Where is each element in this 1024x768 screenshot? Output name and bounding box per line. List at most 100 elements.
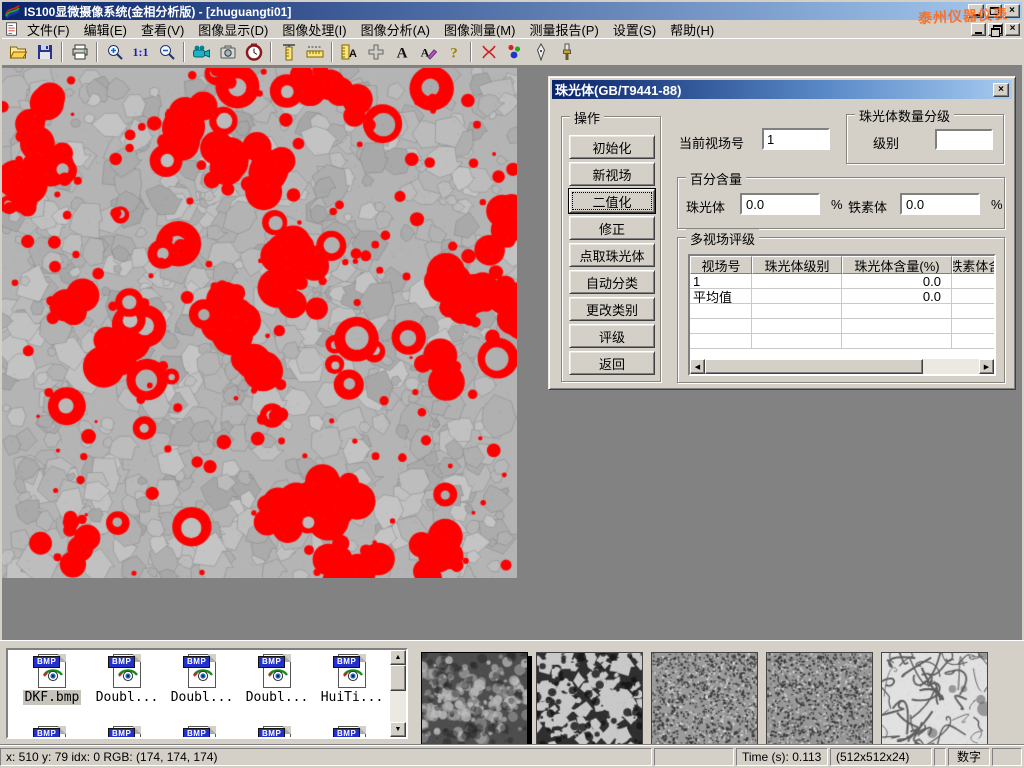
table-row[interactable]: 1 0.0 (690, 274, 994, 289)
close-button[interactable]: × (1004, 4, 1020, 18)
col-pearlite-content[interactable]: 珠光体含量(%) (842, 256, 952, 274)
grading-table[interactable]: 视场号 珠光体级别 珠光体含量(%) 铁素体含量(%) 1 0.0 平均值 0.… (688, 254, 996, 376)
col-ferrite-content[interactable]: 铁素体含量(%) (952, 256, 996, 274)
scroll-down-icon: ▼ (395, 726, 402, 733)
edit-text-button[interactable]: A (415, 40, 440, 64)
auto-classify-button[interactable]: 自动分类 (569, 270, 655, 294)
grade-input[interactable] (935, 129, 993, 150)
dialog-close-button[interactable]: × (993, 83, 1009, 97)
eye-icon (267, 667, 289, 683)
scroll-down-button[interactable]: ▼ (390, 722, 406, 737)
binarize-button[interactable]: 二值化 (569, 189, 655, 213)
menu-settings[interactable]: 设置(S) (606, 19, 663, 40)
micrograph-canvas[interactable] (2, 68, 517, 578)
file-item[interactable]: BMP Doubl... (91, 654, 163, 705)
edit-text-icon: A (419, 43, 437, 61)
menu-file[interactable]: 文件(F) (20, 19, 77, 40)
correct-button[interactable]: 修正 (569, 216, 655, 240)
file-item[interactable]: BMP DKF.bmp (16, 654, 88, 705)
grade-button[interactable]: 评级 (569, 324, 655, 348)
measure-annotate-button[interactable]: A (337, 40, 362, 64)
current-field-label: 当前视场号 (679, 133, 744, 152)
file-item[interactable]: BMP Doubl... (241, 654, 313, 705)
mdi-restore-button[interactable] (988, 23, 1003, 36)
open-button[interactable] (6, 40, 31, 64)
thumbnail-2[interactable] (536, 652, 643, 748)
scroll-right-icon: ▶ (984, 363, 989, 371)
mdi-close-button[interactable]: × (1005, 23, 1020, 36)
app-icon (4, 3, 20, 19)
text-tool-button[interactable]: A (389, 40, 414, 64)
file-item-partial[interactable]: BMP (316, 726, 388, 739)
cell-grade (752, 289, 842, 304)
file-item-partial[interactable]: BMP (166, 726, 238, 739)
file-item[interactable]: BMP Doubl... (166, 654, 238, 705)
table-horizontal-scrollbar[interactable]: ◀ ▶ (690, 359, 994, 374)
scrollbar-thumb[interactable] (705, 359, 923, 374)
menu-image-measure[interactable]: 图像测量(M) (437, 19, 523, 40)
thumbnail-1[interactable] (421, 652, 528, 748)
menu-image-display[interactable]: 图像显示(D) (191, 19, 275, 40)
ferrite-percent-input[interactable]: 0.0 (900, 193, 980, 215)
scroll-left-button[interactable]: ◀ (690, 359, 705, 374)
file-item-partial[interactable]: BMP (241, 726, 313, 739)
scroll-up-button[interactable]: ▲ (390, 650, 406, 665)
maximize-button[interactable] (986, 4, 1002, 18)
timer-button[interactable] (241, 40, 266, 64)
current-field-input[interactable]: 1 (762, 128, 830, 150)
menu-image-process[interactable]: 图像处理(I) (275, 19, 353, 40)
curve-tool-button[interactable] (476, 40, 501, 64)
minimize-button[interactable] (968, 4, 984, 18)
file-item-partial[interactable]: BMP (91, 726, 163, 739)
ferrite-unit: % (991, 197, 1003, 212)
mdi-minimize-button[interactable] (971, 23, 986, 36)
file-item-partial[interactable]: BMP (16, 726, 88, 739)
ruler-button[interactable] (302, 40, 327, 64)
zoom-out-button[interactable] (154, 40, 179, 64)
init-button[interactable]: 初始化 (569, 135, 655, 159)
dialog-title-bar[interactable]: 珠光体(GB/T9441-88) × (552, 80, 1012, 99)
file-browser-panel: BMP DKF.bmp BMP Doubl... BMP Doubl... (0, 640, 1024, 744)
file-list-scrollbar[interactable]: ▲ ▼ (390, 650, 406, 737)
help-button[interactable]: ? (441, 40, 466, 64)
cell-ferrite (952, 289, 996, 304)
pearlite-percent-input[interactable]: 0.0 (740, 193, 820, 215)
change-class-button[interactable]: 更改类别 (569, 297, 655, 321)
toolbar-separator (331, 42, 333, 62)
scroll-right-button[interactable]: ▶ (979, 359, 994, 374)
actual-size-button[interactable]: 1:1 (128, 40, 153, 64)
col-pearlite-grade[interactable]: 珠光体级别 (752, 256, 842, 274)
menu-image-analysis[interactable]: 图像分析(A) (354, 19, 437, 40)
snapshot-button[interactable] (215, 40, 240, 64)
menu-help[interactable]: 帮助(H) (663, 19, 721, 40)
menu-report[interactable]: 测量报告(P) (522, 19, 605, 40)
col-field-number[interactable]: 视场号 (690, 256, 752, 274)
video-capture-button[interactable] (189, 40, 214, 64)
save-button[interactable] (32, 40, 57, 64)
thumbnail-5[interactable] (881, 652, 988, 748)
file-item[interactable]: BMP HuiTi... (316, 654, 388, 705)
brush-tool-button[interactable] (554, 40, 579, 64)
return-button[interactable]: 返回 (569, 351, 655, 375)
scrollbar-thumb[interactable] (390, 665, 406, 691)
file-list[interactable]: BMP DKF.bmp BMP Doubl... BMP Doubl... (6, 648, 408, 739)
caliper-button[interactable] (276, 40, 301, 64)
pen-tool-button[interactable] (528, 40, 553, 64)
menu-edit[interactable]: 编辑(E) (77, 19, 134, 40)
dialog-title: 珠光体(GB/T9441-88) (555, 80, 681, 99)
table-row[interactable]: 平均值 0.0 (690, 289, 994, 304)
print-button[interactable] (67, 40, 92, 64)
move-tool-button[interactable] (363, 40, 388, 64)
mdi-restore-icon (991, 25, 1001, 34)
cell-pearlite: 0.0 (842, 289, 952, 304)
menu-view[interactable]: 查看(V) (134, 19, 191, 40)
thumbnail-4[interactable] (766, 652, 873, 748)
new-field-button[interactable]: 新视场 (569, 162, 655, 186)
pick-pearlite-button[interactable]: 点取珠光体 (569, 243, 655, 267)
table-header-row: 视场号 珠光体级别 珠光体含量(%) 铁素体含量(%) (690, 256, 994, 274)
grade-label: 级别 (873, 133, 899, 152)
document-icon[interactable] (4, 21, 20, 37)
classify-tool-button[interactable] (502, 40, 527, 64)
thumbnail-3[interactable] (651, 652, 758, 748)
zoom-in-button[interactable] (102, 40, 127, 64)
